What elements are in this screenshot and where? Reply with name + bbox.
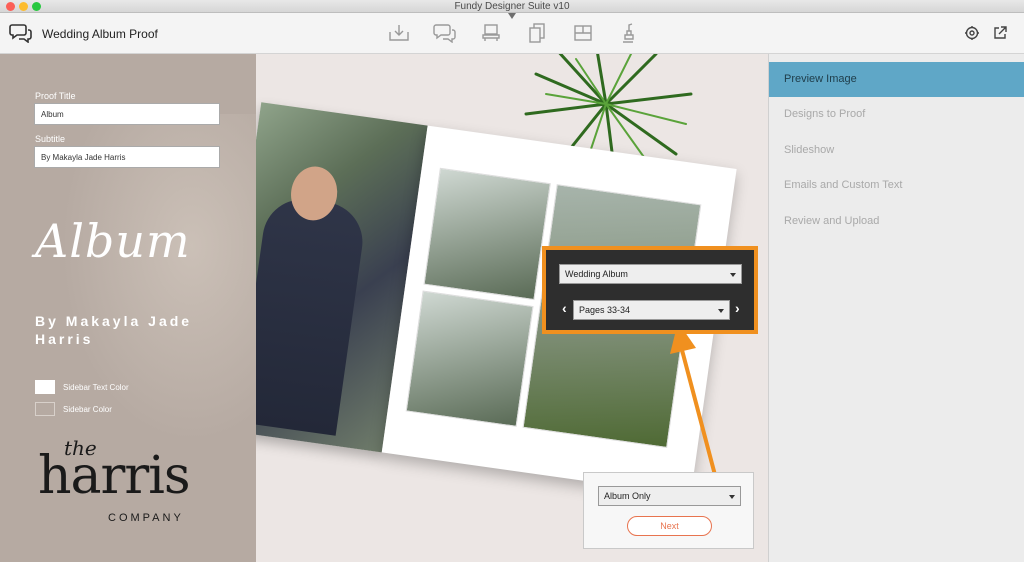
proof-mode-select-value: Album Only xyxy=(604,491,651,501)
subtitle-input[interactable] xyxy=(34,146,220,168)
next-button[interactable]: Next xyxy=(627,516,712,536)
sidebar-display-title: Album xyxy=(35,214,191,268)
chevron-down-icon xyxy=(718,309,724,313)
page-selector-panel: Wedding Album ‹ Pages 33-34 › xyxy=(542,246,758,334)
album-photo-2 xyxy=(405,290,534,427)
grid-icon[interactable] xyxy=(571,21,595,45)
window-title: Fundy Designer Suite v10 xyxy=(454,1,570,12)
chevron-down-icon xyxy=(730,273,736,277)
nav-item-preview-image[interactable]: Preview Image xyxy=(769,62,1024,97)
app-name: Wedding Album Proof xyxy=(42,27,158,41)
nav-item-emails-and-custom-text[interactable]: Emails and Custom Text xyxy=(769,168,1024,203)
highlight-arrow-icon xyxy=(670,322,717,476)
groom-figure xyxy=(256,194,368,436)
subtitle-label: Subtitle xyxy=(35,134,66,144)
nav-item-review-and-upload[interactable]: Review and Upload xyxy=(769,204,1024,239)
proof-icon[interactable] xyxy=(433,21,457,45)
previous-pages-button[interactable]: ‹ xyxy=(562,300,567,316)
sidebar-display-subtitle: By Makayla Jade Harris xyxy=(35,313,193,347)
pages-select[interactable]: Pages 33-34 xyxy=(573,300,730,320)
nav-item-designs-to-proof[interactable]: Designs to Proof xyxy=(769,97,1024,132)
pages-icon[interactable] xyxy=(525,21,549,45)
export-icon[interactable] xyxy=(617,21,641,45)
sidebar-color-label: Sidebar Color xyxy=(63,405,112,414)
sidebar-text-color-label: Sidebar Text Color xyxy=(63,383,129,392)
nav-item-slideshow[interactable]: Slideshow xyxy=(769,133,1024,168)
logo-name-text: harris xyxy=(38,446,191,506)
chat-bubbles-icon xyxy=(9,24,32,43)
active-tool-indicator-icon xyxy=(508,13,516,19)
proof-sidebar: Proof Title Subtitle Album By Makayla Ja… xyxy=(0,54,256,562)
settings-icon[interactable] xyxy=(964,25,980,41)
proof-mode-dialog: Album Only Next xyxy=(583,472,754,549)
next-pages-button[interactable]: › xyxy=(735,300,740,316)
toolbar: Wedding Album Proof xyxy=(0,13,1024,54)
album-select-value: Wedding Album xyxy=(565,269,628,279)
sidebar-color-swatch[interactable] xyxy=(35,402,55,416)
open-external-icon[interactable] xyxy=(992,25,1008,41)
proof-mode-select[interactable]: Album Only xyxy=(598,486,741,506)
chevron-down-icon xyxy=(729,495,735,499)
proof-title-label: Proof Title xyxy=(35,91,76,101)
album-photo-1 xyxy=(423,167,551,301)
layout-icon[interactable] xyxy=(479,21,503,45)
tool-switcher xyxy=(387,21,641,47)
design-icon[interactable] xyxy=(387,21,411,45)
window-titlebar: Fundy Designer Suite v10 xyxy=(0,0,1024,13)
pages-select-value: Pages 33-34 xyxy=(579,305,631,315)
logo-company-text: COMPANY xyxy=(108,512,184,524)
toolbar-right-actions xyxy=(964,25,1008,41)
workflow-nav: Preview Image Designs to Proof Slideshow… xyxy=(768,54,1024,562)
album-select[interactable]: Wedding Album xyxy=(559,264,742,284)
sidebar-text-color-swatch[interactable] xyxy=(35,380,55,394)
proof-title-input[interactable] xyxy=(34,103,220,125)
